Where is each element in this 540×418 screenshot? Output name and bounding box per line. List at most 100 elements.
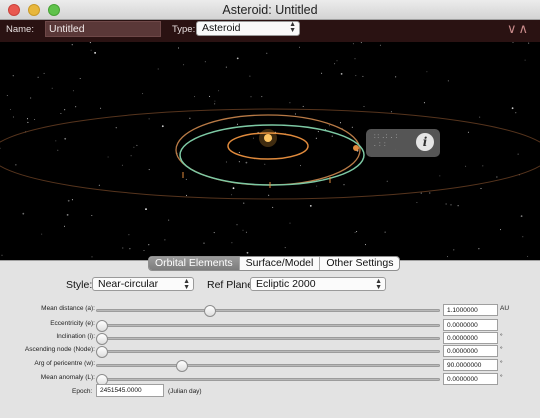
- star: [121, 164, 123, 166]
- inclination-slider[interactable]: [96, 337, 440, 340]
- star: [447, 256, 448, 258]
- star: [379, 44, 381, 46]
- style-select[interactable]: Near-circular ▲ ▼: [92, 277, 194, 291]
- star: [360, 42, 362, 44]
- star: [90, 49, 92, 51]
- star: [98, 184, 100, 186]
- star: [225, 66, 227, 68]
- star: [309, 205, 312, 207]
- star: [189, 117, 191, 119]
- style-label: Style:: [66, 279, 93, 291]
- star: [1, 254, 3, 256]
- star: [204, 61, 206, 63]
- star: [395, 76, 397, 78]
- mean-distance-slider-knob[interactable]: [203, 305, 216, 317]
- info-icon[interactable]: i: [416, 133, 434, 151]
- star: [465, 165, 467, 167]
- mean-distance-input[interactable]: [443, 304, 498, 316]
- mean-distance-slider[interactable]: [96, 309, 440, 312]
- star: [64, 225, 65, 227]
- star: [527, 255, 529, 257]
- star: [522, 236, 524, 238]
- star: [100, 107, 102, 109]
- star: [115, 127, 117, 129]
- tab-surface-model[interactable]: Surface/Model: [240, 257, 321, 270]
- star: [214, 103, 216, 105]
- star: [266, 52, 268, 54]
- star: [334, 63, 336, 65]
- mean-anomaly-input[interactable]: [443, 373, 498, 385]
- star: [64, 137, 67, 140]
- star: [213, 232, 215, 234]
- star: [343, 184, 345, 186]
- star: [354, 232, 356, 233]
- ascending-node-slider-knob[interactable]: [96, 346, 108, 358]
- star: [43, 72, 45, 74]
- star: [60, 113, 62, 114]
- star: [9, 109, 11, 110]
- star: [91, 215, 93, 216]
- star: [386, 180, 388, 182]
- star: [238, 161, 240, 163]
- tab-other-settings[interactable]: Other Settings: [320, 257, 399, 270]
- eccentricity-slider[interactable]: [96, 324, 440, 327]
- star: [22, 212, 25, 215]
- star: [289, 222, 291, 224]
- ascending-node-input[interactable]: [443, 345, 498, 357]
- star: [143, 250, 145, 251]
- inclination-slider-knob[interactable]: [96, 333, 108, 345]
- info-overlay-glyphs: : : . : . : . : :: [374, 134, 398, 148]
- refplane-label: Ref Plane:: [207, 279, 257, 291]
- arg-pericentre-slider-knob[interactable]: [176, 360, 188, 372]
- close-window-button[interactable]: [8, 4, 20, 16]
- star: [429, 192, 431, 194]
- star: [511, 107, 514, 110]
- star: [243, 202, 245, 204]
- zoom-window-button[interactable]: [48, 4, 60, 16]
- star: [129, 248, 131, 250]
- name-input[interactable]: [45, 21, 161, 37]
- orbit-3d-view[interactable]: : : . : . : . : : i: [0, 42, 540, 260]
- epoch-input[interactable]: [96, 384, 164, 397]
- star: [161, 125, 164, 128]
- star: [426, 71, 428, 73]
- star: [30, 97, 32, 99]
- mean-anomaly-slider[interactable]: [96, 378, 440, 381]
- window-title: Asteroid: Untitled: [222, 3, 318, 17]
- star: [214, 100, 216, 102]
- star: [447, 80, 449, 82]
- star: [450, 204, 452, 206]
- star: [122, 247, 124, 249]
- star: [130, 155, 132, 157]
- refplane-select-value: Ecliptic 2000: [256, 278, 316, 290]
- arg-pericentre-input[interactable]: [443, 359, 498, 371]
- star: [261, 96, 263, 98]
- star: [420, 192, 422, 194]
- minimize-window-button[interactable]: [28, 4, 40, 16]
- star: [194, 96, 196, 98]
- inclination-input[interactable]: [443, 332, 498, 344]
- type-select[interactable]: Asteroid ▲ ▼: [196, 21, 300, 36]
- arg-pericentre-slider[interactable]: [96, 364, 440, 367]
- star: [245, 161, 248, 164]
- refplane-select[interactable]: Ecliptic 2000 ▲ ▼: [250, 277, 386, 291]
- star: [482, 165, 484, 167]
- star: [362, 75, 364, 77]
- ascending-node-slider[interactable]: [96, 350, 440, 353]
- star: [75, 106, 77, 108]
- sun-glow: [259, 129, 277, 147]
- info-overlay[interactable]: : : . : . : . : : i: [366, 129, 440, 157]
- eccentricity-input[interactable]: [443, 319, 498, 331]
- star: [209, 95, 211, 97]
- ascending-node-unit: °: [500, 346, 503, 353]
- star: [37, 76, 39, 78]
- star: [268, 194, 270, 196]
- eccentricity-slider-knob[interactable]: [96, 320, 108, 332]
- star: [384, 231, 386, 233]
- collapse-toggle-icon[interactable]: ∨∧: [507, 21, 530, 37]
- star: [236, 123, 238, 125]
- eccentricity-label: Eccentricity (e):: [50, 320, 95, 327]
- star: [363, 106, 365, 107]
- tab-orbital-elements[interactable]: Orbital Elements: [149, 257, 240, 270]
- star: [294, 113, 296, 115]
